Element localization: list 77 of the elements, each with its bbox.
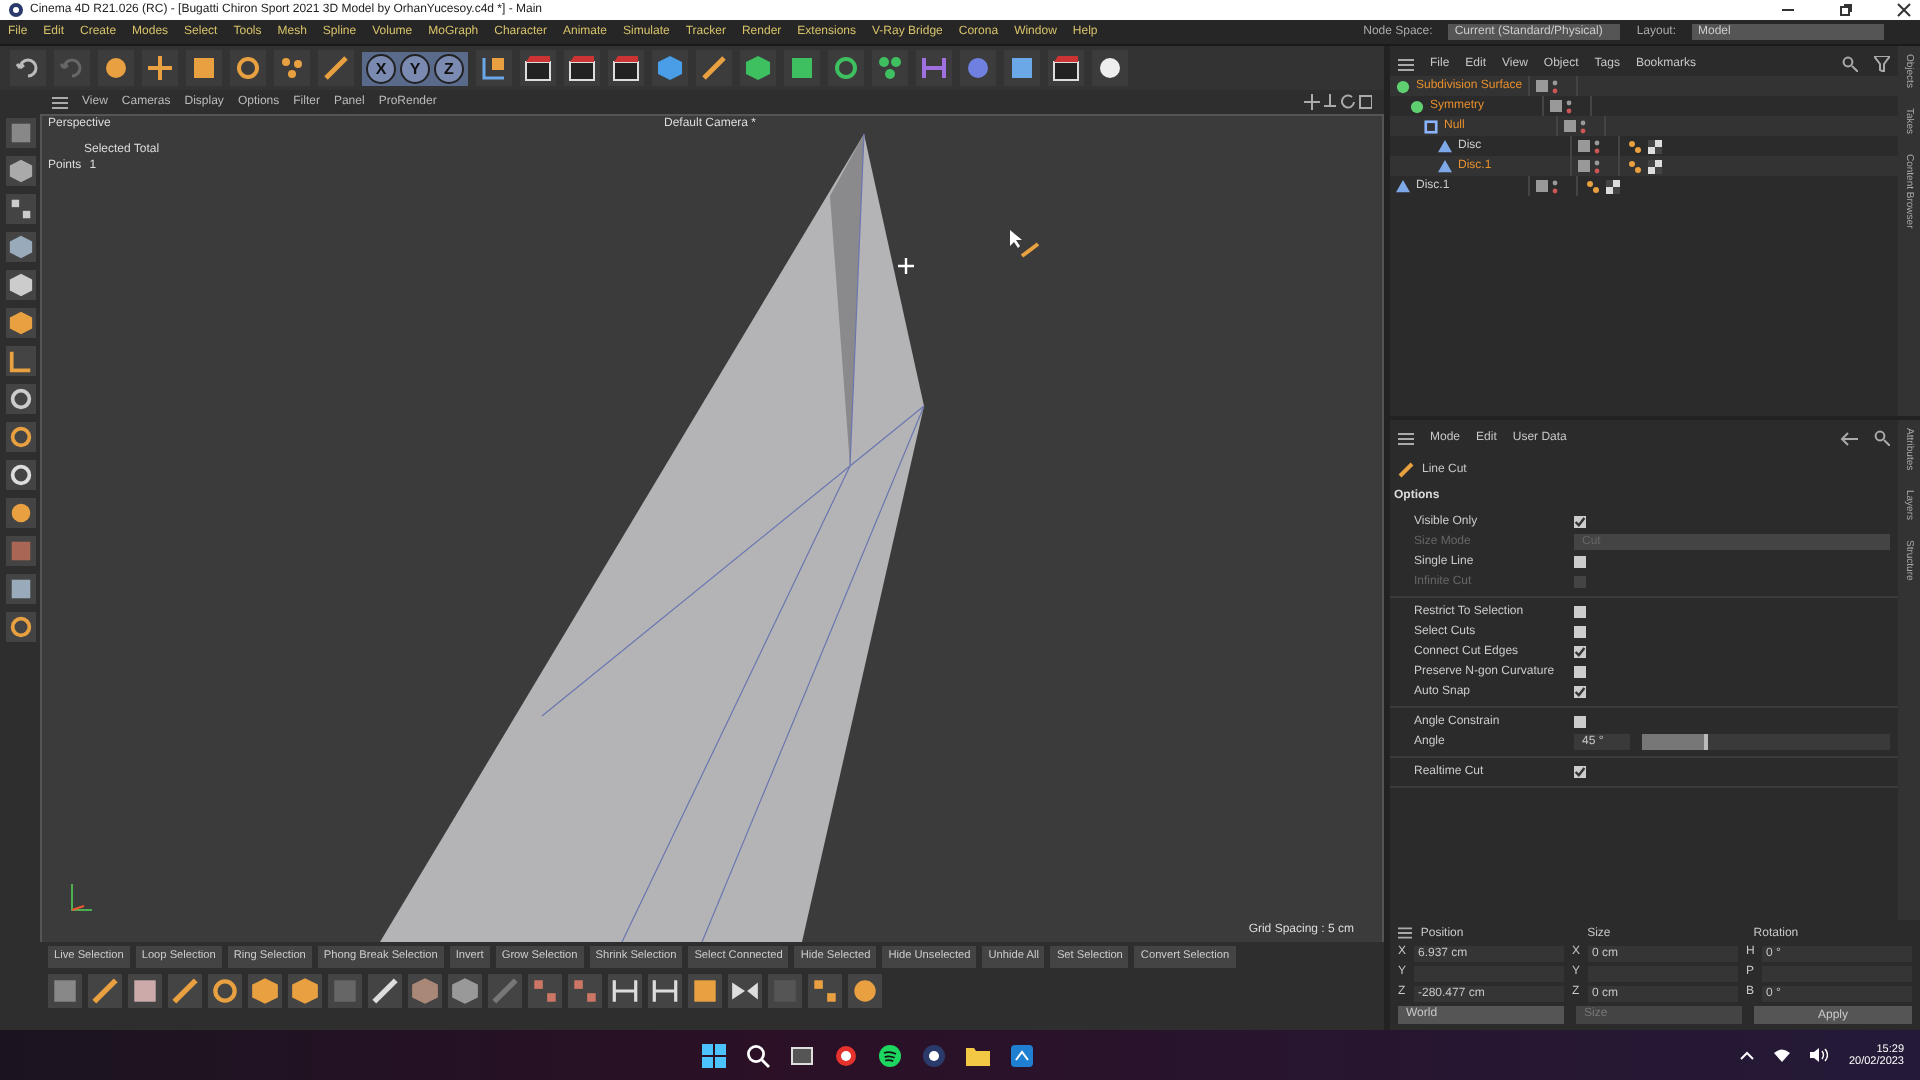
checkbox[interactable] (1574, 606, 1586, 618)
search-icon[interactable] (746, 1043, 771, 1067)
crosshair-icon (896, 256, 916, 276)
axis-lock-button[interactable]: X (366, 53, 396, 83)
filter-icon[interactable] (1874, 56, 1890, 72)
circle-app-icon[interactable] (834, 1043, 859, 1067)
undo-icon[interactable] (10, 50, 46, 86)
cursor-icon[interactable] (98, 50, 134, 86)
knife-icon (1398, 462, 1414, 478)
plane-icon[interactable] (128, 973, 162, 1007)
wifi-icon[interactable] (1774, 1048, 1791, 1062)
brush-icon[interactable] (168, 973, 202, 1007)
checker-icon[interactable] (5, 194, 35, 224)
rotate-icon[interactable] (230, 50, 266, 86)
checkbox[interactable] (1574, 646, 1586, 658)
axis-lock-button[interactable]: Y (400, 53, 430, 83)
tag-icons[interactable] (1628, 159, 1664, 173)
checkbox-icon[interactable] (1536, 180, 1548, 192)
points-icon[interactable] (808, 973, 842, 1007)
scale-icon[interactable] (186, 50, 222, 86)
pen-icon[interactable] (696, 50, 732, 86)
restore-icon[interactable] (1838, 2, 1854, 18)
camera-icon[interactable] (1048, 50, 1084, 86)
visibility-dots-icon[interactable] (1580, 119, 1586, 133)
menu-icon[interactable] (1398, 431, 1414, 445)
window-icon[interactable] (790, 1043, 815, 1067)
slider-track[interactable] (1642, 734, 1890, 750)
search-icon[interactable] (1842, 56, 1858, 72)
coordinate-system-icon[interactable] (476, 50, 512, 86)
music-app-icon[interactable] (878, 1043, 903, 1067)
corner-icon[interactable] (5, 346, 35, 376)
checkbox-icon[interactable] (1578, 140, 1590, 152)
app-icon[interactable] (922, 1043, 947, 1067)
app-icon[interactable] (1010, 1043, 1035, 1067)
knife-icon[interactable] (368, 973, 402, 1007)
checkbox[interactable] (1574, 556, 1586, 568)
checkbox[interactable] (1574, 516, 1586, 528)
close-icon[interactable] (1896, 2, 1912, 18)
checkbox[interactable] (1574, 666, 1586, 678)
viewport-navigation-icons[interactable] (1304, 94, 1372, 110)
clapper-icon[interactable] (608, 50, 644, 86)
knife-cursor-icon (1010, 230, 1040, 258)
speaker-icon[interactable] (1810, 1048, 1829, 1062)
checkbox[interactable] (1574, 716, 1586, 728)
caret-up-icon[interactable] (1740, 1050, 1755, 1060)
move-icon[interactable] (142, 50, 178, 86)
folder-icon[interactable] (966, 1043, 991, 1067)
checkbox-icon[interactable] (1578, 160, 1590, 172)
null-icon (1424, 119, 1438, 133)
axis-gizmo-icon (71, 883, 93, 911)
bar-icon[interactable] (916, 50, 952, 86)
pen-icon[interactable] (488, 973, 522, 1007)
menu-icon[interactable] (52, 95, 68, 109)
checkbox-icon[interactable] (1536, 80, 1548, 92)
menu-icon[interactable] (1398, 926, 1413, 940)
checkbox-icon[interactable] (1550, 100, 1562, 112)
visibility-dots-icon[interactable] (1552, 179, 1558, 193)
checkbox[interactable] (1574, 626, 1586, 638)
search-icon[interactable] (1874, 430, 1890, 446)
checkbox-icon[interactable] (1564, 120, 1576, 132)
visibility-dots-icon[interactable] (1594, 159, 1600, 173)
visibility-dots-icon[interactable] (1552, 79, 1558, 93)
clapper-icon[interactable] (520, 50, 556, 86)
brush-icon[interactable] (88, 973, 122, 1007)
spheres-icon[interactable] (872, 50, 908, 86)
visibility-dots-icon[interactable] (1566, 99, 1572, 113)
checkbox[interactable] (1574, 766, 1586, 778)
checkbox[interactable] (1574, 686, 1586, 698)
clapper-icon[interactable] (564, 50, 600, 86)
visibility-dots-icon[interactable] (1594, 139, 1600, 153)
back-arrow-icon[interactable] (1840, 431, 1858, 445)
tag-icons[interactable] (1586, 179, 1622, 193)
tag-icons[interactable] (1628, 139, 1664, 153)
menu-icon[interactable] (1398, 57, 1414, 71)
knife-icon[interactable] (318, 50, 354, 86)
axis-lock-button[interactable]: Z (434, 53, 464, 83)
windows-start-icon[interactable] (702, 1043, 727, 1067)
